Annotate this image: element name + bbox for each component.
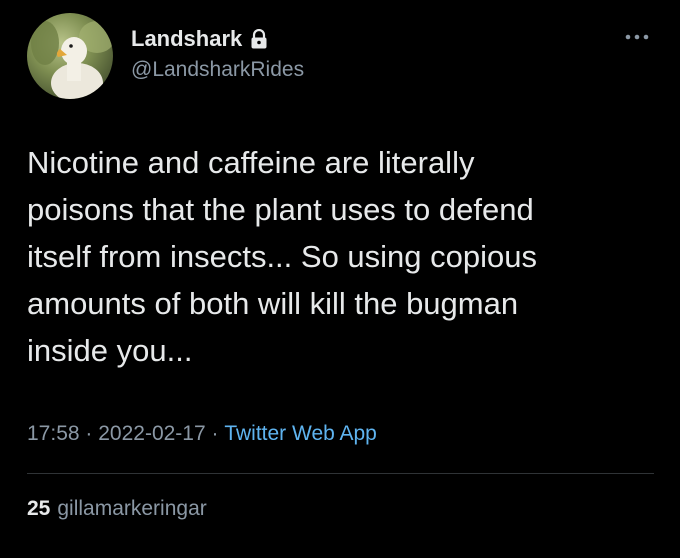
tweet-date[interactable]: 2022-02-17 [98,422,205,446]
likes-stat[interactable]: 25 gillamarkeringar [27,497,207,521]
tweet-meta: 17:58 · 2022-02-17 · Twitter Web App [27,422,377,446]
likes-label: gillamarkeringar [57,497,207,520]
user-handle[interactable]: @LandsharkRides [131,58,304,82]
likes-count: 25 [27,497,51,520]
display-name[interactable]: Landshark [131,26,242,52]
tweet-source-link[interactable]: Twitter Web App [224,422,377,446]
tweet-time[interactable]: 17:58 [27,422,80,446]
tweet-card: Landshark @LandsharkRides Nicotine and c… [0,0,680,558]
name-row: Landshark [131,26,268,52]
tweet-text: Nicotine and caffeine are literally pois… [27,145,538,368]
meta-separator: · [205,422,225,445]
divider [27,473,654,474]
user-avatar[interactable] [27,13,113,99]
meta-separator: · [79,422,99,445]
duck-avatar-icon [31,21,113,99]
lock-icon [250,28,268,49]
more-horizontal-icon[interactable] [624,30,650,42]
